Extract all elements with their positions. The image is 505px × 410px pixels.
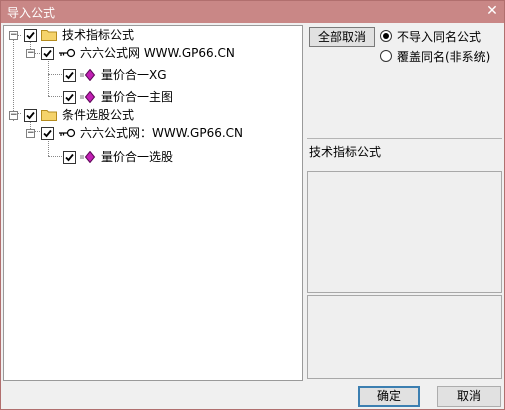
formula-diamond-icon — [80, 69, 96, 81]
tree-node-technical[interactable]: − 技术指标公式 — [4, 26, 302, 44]
tree-node-label: 条件选股公式 — [62, 108, 135, 122]
key-icon — [59, 128, 76, 138]
collapse-icon[interactable]: − — [9, 111, 18, 120]
ok-button[interactable]: 确定 — [358, 386, 420, 407]
folder-icon — [41, 110, 57, 121]
options-panel: 全部取消 不导入同名公式 覆盖同名(非系统) 技术指标公式 — [307, 25, 504, 381]
tree-checkbox[interactable] — [24, 29, 37, 42]
tree-node-label: 六六公式网：WWW.GP66.CN — [80, 126, 244, 140]
tree-node-stock-screening[interactable]: − 条件选股公式 — [4, 106, 302, 124]
folder-icon — [41, 30, 57, 41]
cancel-button[interactable]: 取消 — [437, 386, 501, 407]
tree-node-group[interactable]: − 六六公式网 WWW.GP66.CN — [4, 44, 302, 62]
radio-overwrite[interactable] — [380, 50, 392, 62]
cancel-all-button[interactable]: 全部取消 — [309, 27, 375, 47]
description-title: 技术指标公式 — [309, 145, 382, 159]
tree-node-label: 技术指标公式 — [62, 28, 135, 42]
tree-node-formula[interactable]: 量价合一选股 — [4, 148, 302, 166]
tree-checkbox[interactable] — [63, 69, 76, 82]
description-box — [307, 171, 502, 293]
radio-no-import-label[interactable]: 不导入同名公式 — [397, 28, 481, 45]
tree-checkbox[interactable] — [41, 47, 54, 60]
formula-tree[interactable]: − 技术指标公式 − 六六公式网 WWW.GP66.CN 量价合一XG 量价合一… — [3, 25, 303, 381]
tree-checkbox[interactable] — [63, 151, 76, 164]
tree-node-label: 量价合一选股 — [101, 150, 174, 164]
tree-node-label: 六六公式网 WWW.GP66.CN — [80, 46, 235, 60]
collapse-icon[interactable]: − — [26, 129, 35, 138]
close-icon[interactable]: ✕ — [484, 3, 500, 19]
import-formula-dialog: 导入公式 ✕ − 技术指标公式 − 六六公式网 WWW.GP66.CN 量价合一… — [0, 0, 505, 410]
collapse-icon[interactable]: − — [26, 49, 35, 58]
formula-diamond-icon — [80, 91, 96, 103]
tree-node-label: 量价合一主图 — [101, 90, 174, 104]
radio-no-import[interactable] — [380, 30, 392, 42]
divider — [307, 138, 502, 139]
tree-node-formula[interactable]: 量价合一主图 — [4, 88, 302, 106]
tree-node-formula[interactable]: 量价合一XG — [4, 66, 302, 84]
radio-overwrite-label[interactable]: 覆盖同名(非系统) — [397, 48, 490, 65]
collapse-icon[interactable]: − — [9, 31, 18, 40]
title-bar[interactable]: 导入公式 ✕ — [1, 1, 504, 23]
detail-box — [307, 295, 502, 379]
formula-diamond-icon — [80, 151, 96, 163]
dialog-title: 导入公式 — [7, 6, 56, 20]
tree-node-group[interactable]: − 六六公式网：WWW.GP66.CN — [4, 124, 302, 142]
tree-checkbox[interactable] — [24, 109, 37, 122]
tree-checkbox[interactable] — [41, 127, 54, 140]
tree-node-label: 量价合一XG — [101, 68, 167, 82]
tree-checkbox[interactable] — [63, 91, 76, 104]
key-icon — [59, 48, 76, 58]
